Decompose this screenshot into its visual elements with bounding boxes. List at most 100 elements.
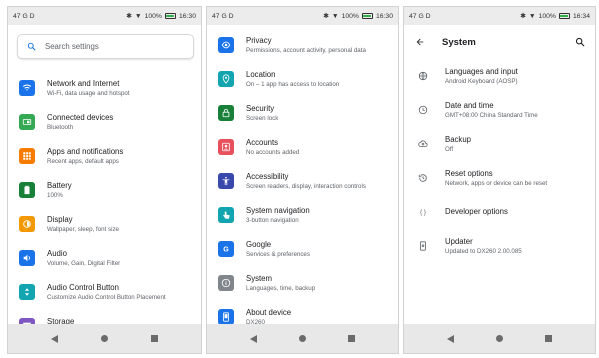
settings-item-title: Backup [445, 134, 472, 144]
app-bar: System [404, 25, 595, 59]
settings-item-network-and-internet[interactable]: Network and Internet Wi-Fi, data usage an… [8, 71, 201, 105]
back-button[interactable] [250, 334, 257, 343]
page-title: System [442, 36, 476, 48]
settings-item-accounts[interactable]: Accounts No accounts added [207, 130, 398, 164]
settings-item-accessibility[interactable]: Accessibility Screen readers, display, in… [207, 164, 398, 198]
bluetooth-icon: ✱ [323, 13, 329, 20]
settings-item-audio[interactable]: Audio Volume, Gain, Digital Filter [8, 241, 201, 275]
settings-item-backup[interactable]: Backup Off [404, 127, 595, 161]
settings-item-title: Storage [47, 316, 75, 325]
devices-icon [19, 114, 35, 130]
clock-icon [415, 102, 431, 118]
bluetooth-icon: ✱ [126, 13, 132, 20]
privacy-icon [218, 37, 234, 53]
clock: 16:34 [572, 12, 590, 20]
settings-item-summary: Permissions, account activity, personal … [246, 46, 366, 54]
status-indicators: 47 G D [13, 12, 35, 20]
settings-item-audio-control-button[interactable]: Audio Control Button Customize Audio Cont… [8, 275, 201, 309]
battery-percent: 100% [144, 12, 162, 20]
settings-item-summary: Wallpaper, sleep, font size [47, 225, 119, 233]
settings-item-reset-options[interactable]: Reset options Network, apps or device can… [404, 161, 595, 195]
clock: 16:30 [375, 12, 393, 20]
settings-item-storage[interactable]: Storage24% used – 48.84 GB free [8, 309, 201, 324]
settings-item-title: Connected devices [47, 112, 114, 122]
recents-button[interactable] [150, 335, 158, 342]
settings-item-summary: Recent apps, default apps [47, 157, 119, 165]
navigation-bar [207, 324, 398, 353]
settings-main-screen-scrolled: 47 G D ✱ ▼ 100% 16:30 Privacy Permissions… [206, 6, 399, 354]
settings-item-summary: Updated to DX260 2.00.085 [445, 247, 522, 255]
clock: 16:30 [178, 12, 196, 20]
wifi-signal-icon: ▼ [134, 12, 142, 20]
accessibility-icon [218, 173, 234, 189]
settings-item-title: Date and time [445, 100, 494, 110]
system-update-icon [415, 238, 431, 254]
settings-item-developer-options[interactable]: { } Developer options [404, 195, 595, 229]
back-arrow-icon[interactable] [415, 37, 425, 47]
battery-percent: 100% [341, 12, 359, 20]
search-icon[interactable] [575, 37, 585, 47]
settings-item-battery[interactable]: Battery 100% [8, 173, 201, 207]
settings-item-about-device[interactable]: About device DX260 [207, 300, 398, 324]
navigation-bar [404, 324, 595, 353]
settings-item-date-and-time[interactable]: Date and time GMT+08:00 China Standard Ti… [404, 93, 595, 127]
settings-item-summary: Bluetooth [47, 123, 74, 131]
search-bar[interactable] [17, 34, 194, 59]
settings-item-title: Location [246, 69, 276, 79]
settings-item-display[interactable]: Display Wallpaper, sleep, font size [8, 207, 201, 241]
svg-text:{ }: { } [420, 209, 426, 216]
bluetooth-icon: ✱ [520, 13, 526, 20]
settings-item-title: About device [246, 307, 292, 317]
status-bar: 47 G D ✱ ▼ 100% 16:30 [8, 7, 201, 25]
settings-item-summary: Customize Audio Control Button Placement [47, 293, 166, 301]
settings-item-system-navigation[interactable]: System navigation 3-button navigation [207, 198, 398, 232]
settings-item-title: Google [246, 239, 272, 249]
battery-icon [19, 182, 35, 198]
back-button[interactable] [447, 334, 454, 343]
settings-item-summary: Network, apps or device can be reset [445, 179, 548, 187]
settings-item-title: Apps and notifications [47, 146, 124, 156]
battery-status-icon [164, 13, 176, 19]
google-icon: G [218, 241, 234, 257]
code-braces-icon: { } [415, 204, 431, 220]
accounts-icon [218, 139, 234, 155]
recents-button[interactable] [348, 335, 355, 342]
home-button[interactable] [100, 335, 108, 342]
settings-item-languages-and-input[interactable]: Languages and input Android Keyboard (AOS… [404, 59, 595, 93]
battery-percent: 100% [538, 12, 556, 20]
navigation-bar [8, 324, 201, 353]
settings-item-title: Developer options [445, 207, 508, 216]
search-input[interactable] [45, 42, 175, 51]
cloud-upload-icon [415, 136, 431, 152]
settings-main-screen: 47 G D ✱ ▼ 100% 16:30 Network and Intern… [7, 6, 202, 354]
search-icon [27, 42, 36, 51]
phone-icon [218, 309, 234, 324]
home-button[interactable] [496, 335, 503, 342]
wifi-icon [19, 80, 35, 96]
settings-item-apps-and-notifications[interactable]: Apps and notifications Recent apps, defau… [8, 139, 201, 173]
settings-item-title: Audio [47, 248, 67, 258]
settings-item-location[interactable]: Location On – 1 app has access to locatio… [207, 62, 398, 96]
settings-item-title: Updater [445, 236, 473, 246]
settings-item-security[interactable]: Security Screen lock [207, 96, 398, 130]
settings-item-summary: 3-button navigation [246, 216, 299, 224]
settings-item-summary: Screen readers, display, interaction con… [246, 182, 366, 190]
home-button[interactable] [299, 335, 306, 342]
settings-item-connected-devices[interactable]: Connected devices Bluetooth [8, 105, 201, 139]
location-icon [218, 71, 234, 87]
wifi-signal-icon: ▼ [528, 12, 536, 20]
back-button[interactable] [51, 334, 59, 343]
settings-item-title: Audio Control Button [47, 282, 119, 292]
settings-item-summary: On – 1 app has access to location [246, 80, 340, 88]
svg-text:G: G [223, 246, 229, 254]
settings-item-summary: No accounts added [246, 148, 300, 156]
settings-item-privacy[interactable]: Privacy Permissions, account activity, pe… [207, 28, 398, 62]
settings-item-updater[interactable]: Updater Updated to DX260 2.00.085 [404, 229, 595, 263]
info-icon [218, 275, 234, 291]
status-indicators: 47 G D [409, 12, 431, 20]
recents-button[interactable] [545, 335, 552, 342]
battery-status-icon [361, 13, 373, 19]
settings-item-system[interactable]: System Languages, time, backup [207, 266, 398, 300]
display-icon [19, 216, 35, 232]
settings-item-google[interactable]: G Google Services & preferences [207, 232, 398, 266]
